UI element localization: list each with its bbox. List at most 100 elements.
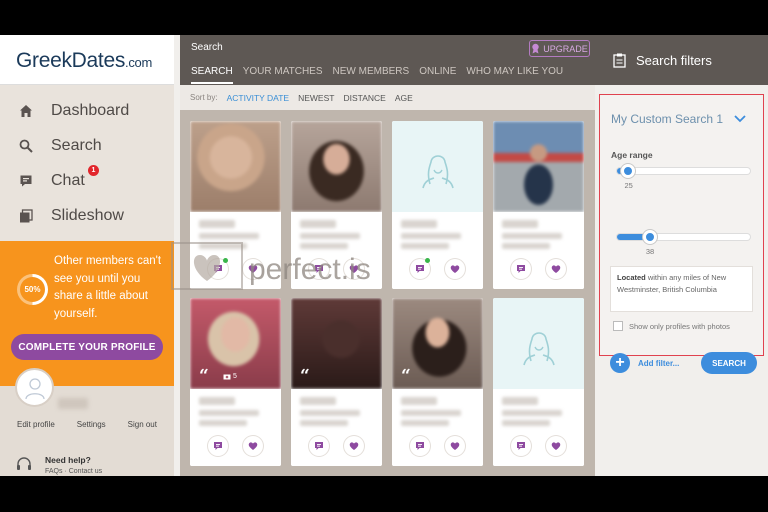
settings-link[interactable]: Settings — [77, 420, 106, 429]
complete-profile-button[interactable]: COMPLETE YOUR PROFILE — [11, 334, 163, 360]
add-filter-button[interactable]: + — [610, 353, 630, 373]
camera-icon — [223, 374, 231, 380]
profile-photo-blurred[interactable] — [291, 121, 382, 212]
sidebar-item-chat[interactable]: Chat 1 — [0, 163, 174, 198]
age-min-slider-track[interactable] — [617, 168, 750, 174]
chat-icon — [517, 442, 525, 450]
location-redacted — [502, 243, 550, 249]
tab-who-may-like-you[interactable]: WHO MAY LIKE YOU — [466, 66, 563, 84]
logo-area: GreekDates.com — [0, 35, 174, 85]
sort-activity-date[interactable]: ACTIVITY DATE — [227, 93, 290, 103]
name-redacted — [300, 397, 336, 405]
upgrade-label: UPGRADE — [543, 43, 588, 54]
card-info — [392, 389, 483, 466]
slideshow-icon — [18, 208, 34, 224]
send-message-button[interactable] — [511, 259, 531, 279]
send-message-button[interactable] — [511, 436, 531, 456]
chat-icon — [416, 265, 424, 273]
profile-card[interactable] — [493, 298, 584, 466]
heart-icon — [248, 442, 258, 450]
chat-icon — [18, 173, 34, 189]
location-redacted — [502, 420, 550, 426]
search-button[interactable]: SEARCH — [701, 352, 757, 374]
edit-profile-link[interactable]: Edit profile — [17, 420, 55, 429]
user-silhouette-icon — [24, 377, 45, 399]
age-max-value: 38 — [645, 247, 655, 256]
chat-icon — [416, 442, 424, 450]
saved-search-name[interactable]: My Custom Search 1 — [611, 112, 723, 126]
sidebar-item-slideshow[interactable]: Slideshow — [0, 198, 174, 233]
send-message-button[interactable] — [410, 436, 430, 456]
avatar[interactable] — [15, 368, 54, 407]
like-button[interactable] — [445, 259, 465, 279]
sort-age[interactable]: AGE — [395, 93, 413, 103]
tab-your-matches[interactable]: YOUR MATCHES — [243, 66, 323, 84]
photos-only-label: Show only profiles with photos — [629, 322, 730, 331]
watermark: perfect.is — [171, 242, 371, 290]
quote-icon: “ — [199, 366, 209, 386]
sort-label: Sort by: — [190, 93, 218, 102]
add-filter-link[interactable]: Add filter... — [638, 359, 679, 368]
sort-distance[interactable]: DISTANCE — [343, 93, 385, 103]
sign-out-link[interactable]: Sign out — [128, 420, 157, 429]
silhouette-icon — [522, 331, 555, 365]
profile-card[interactable] — [392, 121, 483, 289]
brand-logo[interactable]: GreekDates.com — [16, 49, 152, 73]
quote-icon: “ — [401, 366, 411, 386]
search-filters-panel: Search filters My Custom Search 1 Age ra… — [595, 35, 768, 476]
location-redacted — [199, 420, 247, 426]
profile-photo-blurred[interactable] — [493, 121, 584, 212]
location-field[interactable]: Located within any miles of New Westmins… — [610, 266, 753, 312]
details-redacted — [502, 233, 562, 239]
name-redacted — [401, 397, 437, 405]
tab-online[interactable]: ONLINE — [419, 66, 456, 84]
like-button[interactable] — [445, 436, 465, 456]
like-button[interactable] — [546, 436, 566, 456]
name-redacted — [401, 220, 437, 228]
profile-card[interactable]: “5 — [190, 298, 281, 466]
sidebar-item-label: Chat — [51, 171, 85, 189]
details-redacted — [300, 410, 360, 416]
sidebar-item-label: Search — [51, 136, 102, 154]
page-title: Search — [191, 42, 223, 53]
tab-search[interactable]: SEARCH — [191, 66, 233, 84]
profile-photo-blurred[interactable] — [190, 121, 281, 212]
photo-placeholder[interactable] — [392, 121, 483, 212]
photos-only-checkbox[interactable] — [613, 321, 623, 331]
help-title: Need help? — [45, 455, 91, 465]
sidebar-item-label: Slideshow — [51, 206, 124, 224]
like-button[interactable] — [546, 259, 566, 279]
profile-card[interactable] — [493, 121, 584, 289]
profile-card[interactable]: “ — [291, 298, 382, 466]
like-button[interactable] — [243, 436, 263, 456]
username-redacted — [58, 398, 88, 409]
send-message-button[interactable] — [208, 436, 228, 456]
sort-newest[interactable]: NEWEST — [298, 93, 334, 103]
help-links[interactable]: FAQs · Contact us — [45, 468, 102, 475]
age-min-slider-handle[interactable] — [621, 164, 636, 178]
name-redacted — [300, 220, 336, 228]
heart-icon — [349, 442, 359, 450]
name-redacted — [502, 397, 538, 405]
like-button[interactable] — [344, 436, 364, 456]
age-max-slider-handle[interactable] — [642, 230, 657, 244]
name-redacted — [199, 220, 235, 228]
sidebar-item-dashboard[interactable]: Dashboard — [0, 93, 174, 128]
age-range-label: Age range — [611, 150, 653, 160]
heart-icon — [450, 442, 460, 450]
heart-logo-icon — [193, 255, 221, 281]
chevron-down-icon[interactable] — [734, 115, 746, 123]
upgrade-button[interactable]: UPGRADE — [529, 40, 590, 57]
card-info — [291, 389, 382, 466]
tab-new-members[interactable]: NEW MEMBERS — [333, 66, 410, 84]
clipboard-icon — [613, 53, 626, 68]
app-window: GreekDates.com Dashboard Search Chat 1 S… — [0, 35, 768, 476]
send-message-button[interactable] — [309, 436, 329, 456]
sidebar-item-search[interactable]: Search — [0, 128, 174, 163]
chat-icon — [315, 442, 323, 450]
sidebar: GreekDates.com Dashboard Search Chat 1 S… — [0, 35, 174, 476]
location-redacted — [401, 243, 449, 249]
chat-icon — [517, 265, 525, 273]
photo-placeholder[interactable] — [493, 298, 584, 389]
profile-card[interactable]: “ — [392, 298, 483, 466]
